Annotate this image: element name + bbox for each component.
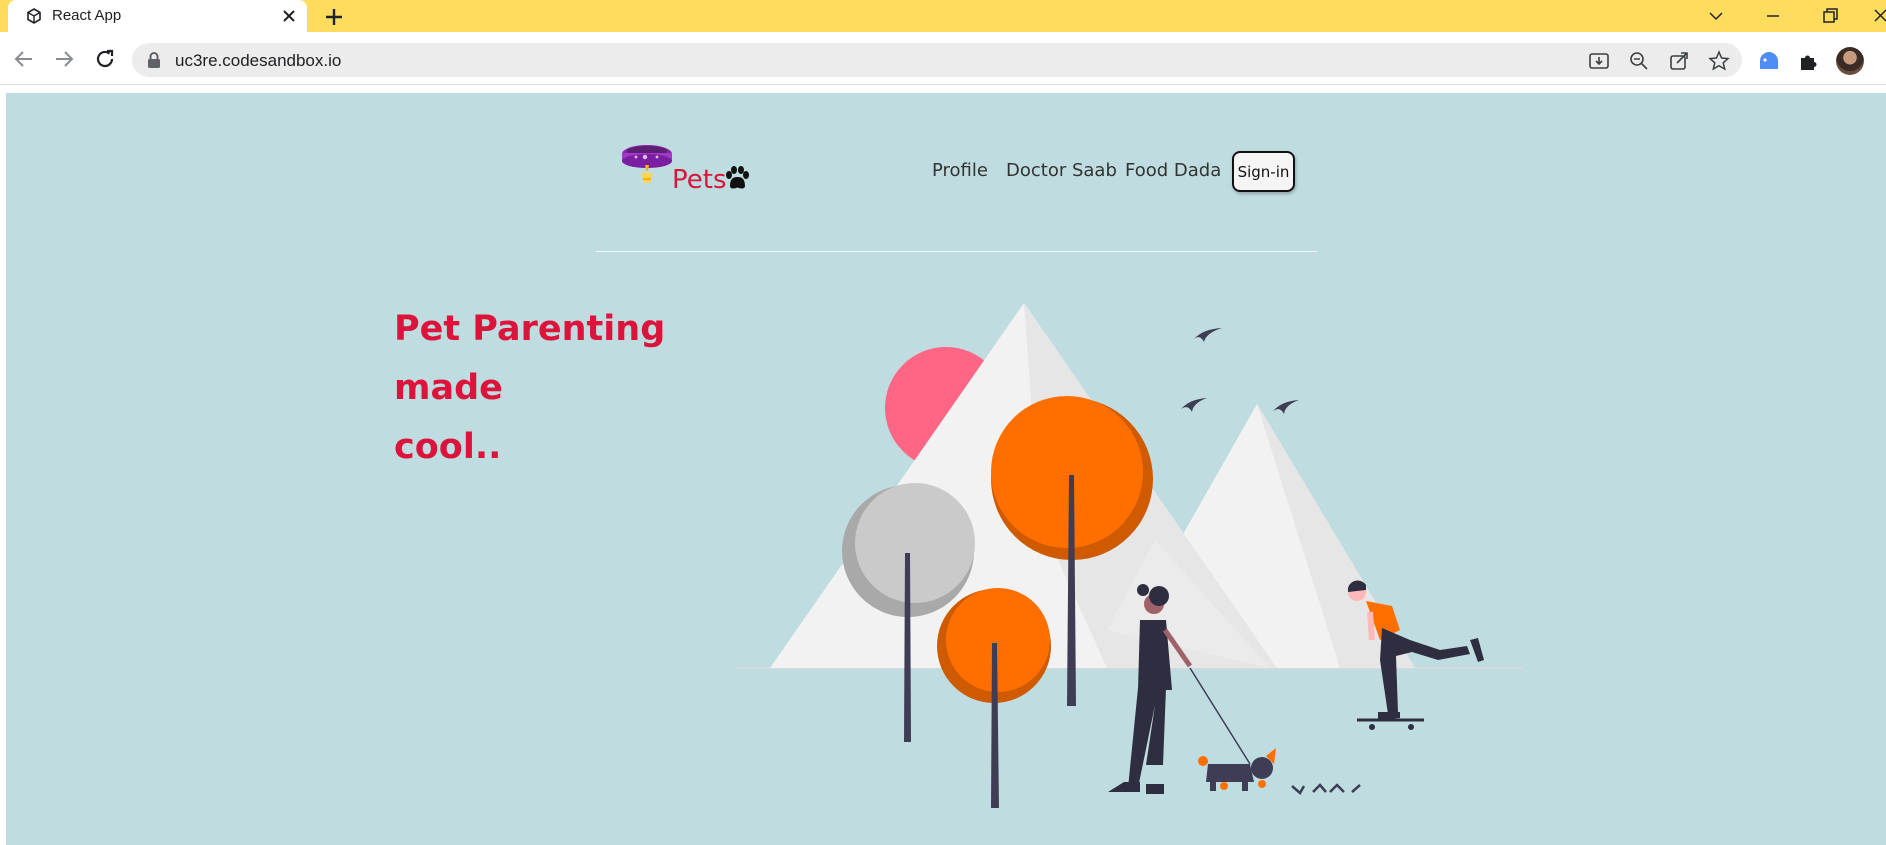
new-tab-icon[interactable] [323,6,345,28]
share-icon[interactable] [1668,50,1690,72]
bookmark-star-icon[interactable] [1708,50,1730,72]
bird [1273,400,1299,414]
bird [1181,398,1207,412]
bird [1194,328,1222,342]
paw-icon [726,166,749,189]
address-bar[interactable] [132,43,1742,77]
header-divider [596,251,1317,252]
nav-link-doctor-saab[interactable]: Doctor Saab [1006,160,1117,181]
profile-avatar[interactable] [1836,47,1864,75]
url-text[interactable]: uc3re.codesandbox.io [175,51,341,71]
install-app-icon[interactable] [1588,50,1610,72]
close-window-icon[interactable] [1872,6,1886,26]
restore-icon[interactable] [1820,6,1840,26]
hero-title: Pet Parenting made cool.. [394,300,734,477]
nav-link-food-dada[interactable]: Food Dada [1125,160,1221,181]
back-icon[interactable] [12,47,36,71]
codesandbox-icon [27,8,41,24]
minimize-icon[interactable] [1763,6,1783,26]
reload-icon[interactable] [93,47,117,71]
signin-button[interactable]: Sign-in [1232,151,1295,192]
lock-icon[interactable] [146,51,162,69]
zoom-out-icon[interactable] [1628,50,1650,72]
tab-search-icon[interactable] [1706,6,1726,26]
forward-icon[interactable] [52,47,76,71]
tab-title: React App [52,7,122,24]
extensions-puzzle-icon[interactable] [1797,49,1821,73]
hero-title-line2: cool.. [394,427,502,467]
extension-app-icon[interactable] [1757,49,1781,73]
collar-logo-icon[interactable] [619,139,675,191]
browser-tab[interactable]: React App [8,0,307,32]
close-tab-icon[interactable] [280,7,298,25]
hero-title-line1: Pet Parenting made [394,309,666,408]
nav-link-profile[interactable]: Profile [932,160,988,181]
dog-figure [1198,748,1276,791]
logo-text[interactable]: Pets [672,165,727,195]
hero-illustration [735,303,1522,808]
